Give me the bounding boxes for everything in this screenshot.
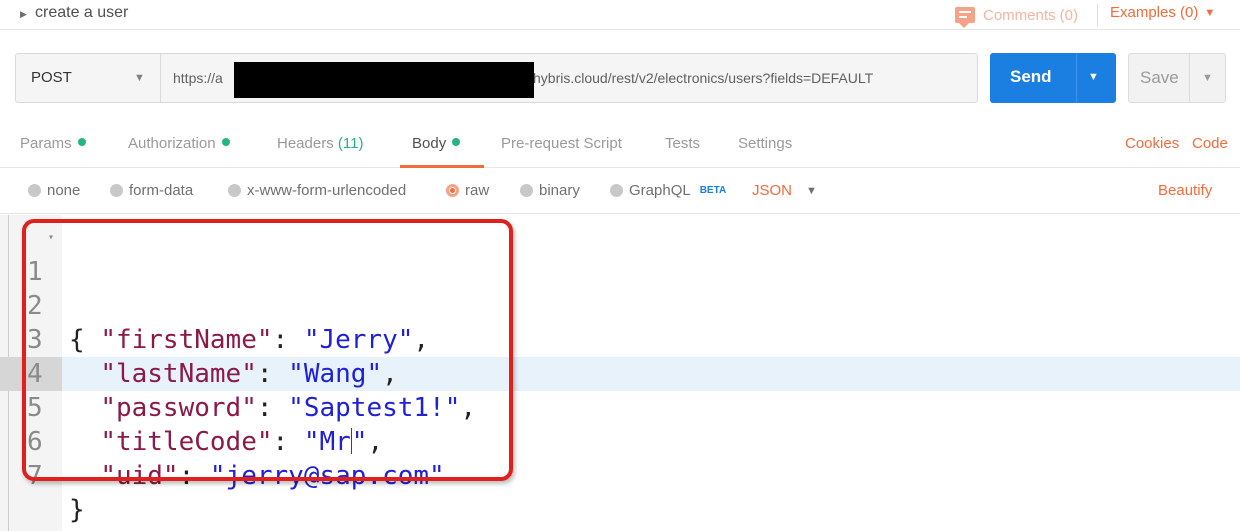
http-method-label: POST [31,69,72,86]
examples-label: Examples (0) [1110,4,1199,21]
tab-settings[interactable]: Settings [738,135,792,152]
tab-label: Authorization [128,135,216,152]
tab-params[interactable]: Params [20,135,86,152]
status-dot [77,138,86,146]
tab-label: Headers [277,135,334,152]
radio-none[interactable]: none [28,182,80,199]
request-tabs: Params Authorization Headers (11) Body P… [0,122,1240,168]
format-select[interactable]: JSON ▼ [752,182,817,199]
beautify-link[interactable]: Beautify [1158,182,1212,199]
radio-label: raw [465,182,490,199]
radio-circle-selected [446,184,459,197]
tab-body[interactable]: Body [412,135,461,152]
radio-label: GraphQL [629,182,691,199]
tab-label: Params [20,135,72,152]
radio-label: none [47,182,81,199]
radio-label: binary [539,182,580,199]
tab-headers[interactable]: Headers (11) [277,135,363,152]
comment-icon [955,7,975,28]
url-prefix: https://a [173,70,223,86]
examples-button[interactable]: Examples (0) ▼ [1110,4,1215,21]
tab-label: Body [412,135,447,152]
radio-circle [28,184,41,197]
radio-circle [520,184,533,197]
radio-label: form-data [129,182,194,199]
comments-label: Comments (0) [983,6,1079,24]
send-button[interactable]: Send ▼ [990,53,1116,103]
expand-caret-icon[interactable]: ▶ [20,9,27,20]
chevron-down-icon: ▼ [134,72,145,84]
body-code-editor[interactable]: 1 ▾ { 2 "firstName": "Jerry", 3 "lastNam… [0,215,1240,531]
cookies-link[interactable]: Cookies [1125,135,1179,152]
tab-label: Pre-request Script [501,135,622,152]
divider [1076,53,1077,103]
annotation-highlight-box [22,219,513,481]
tab-tests[interactable]: Tests [665,135,700,152]
http-method-select[interactable]: POST ▼ [15,53,161,103]
request-title-bar: ▶ create a user Comments (0) Examples (0… [0,0,1240,30]
radio-circle [110,184,123,197]
request-name[interactable]: create a user [35,4,128,22]
save-button[interactable]: Save ▼ [1128,53,1226,103]
radio-circle [228,184,241,197]
format-label: JSON [752,182,793,199]
send-options-chevron-icon[interactable]: ▼ [1088,71,1099,83]
tab-pre-request-script[interactable]: Pre-request Script [501,135,622,152]
radio-binary[interactable]: binary [520,182,580,199]
url-suffix: hybris.cloud/rest/v2/electronics/users?f… [533,70,874,86]
send-label: Send [1010,67,1052,86]
code-text: } [69,493,85,527]
headers-count: (11) [337,135,364,152]
radio-label: x-www-form-urlencoded [247,182,407,199]
radio-circle [610,184,623,197]
status-dot [221,138,230,146]
save-options-chevron-icon[interactable]: ▼ [1202,72,1213,84]
body-type-selector: none form-data x-www-form-urlencoded raw… [0,168,1240,214]
redaction-bar [234,62,534,98]
chevron-down-icon: ▼ [806,184,817,197]
tab-label: Settings [738,135,793,152]
radio-x-www-form-urlencoded[interactable]: x-www-form-urlencoded [228,182,406,199]
divider [1189,54,1190,102]
chevron-down-icon: ▼ [1204,6,1216,19]
radio-form-data[interactable]: form-data [110,182,193,199]
close-brace: } [69,495,85,525]
comments-button[interactable]: Comments (0) [955,4,1079,28]
tab-authorization[interactable]: Authorization [128,135,230,152]
divider [1097,4,1098,26]
radio-raw[interactable]: raw [446,182,489,199]
save-label: Save [1140,68,1179,87]
tab-label: Tests [665,135,701,152]
code-link[interactable]: Code [1192,135,1228,152]
radio-graphql[interactable]: GraphQL BETA [610,182,726,199]
beta-badge: BETA [699,185,727,196]
url-input[interactable]: https://a hybris.cloud/rest/v2/electroni… [160,53,978,103]
status-dot [452,138,461,146]
